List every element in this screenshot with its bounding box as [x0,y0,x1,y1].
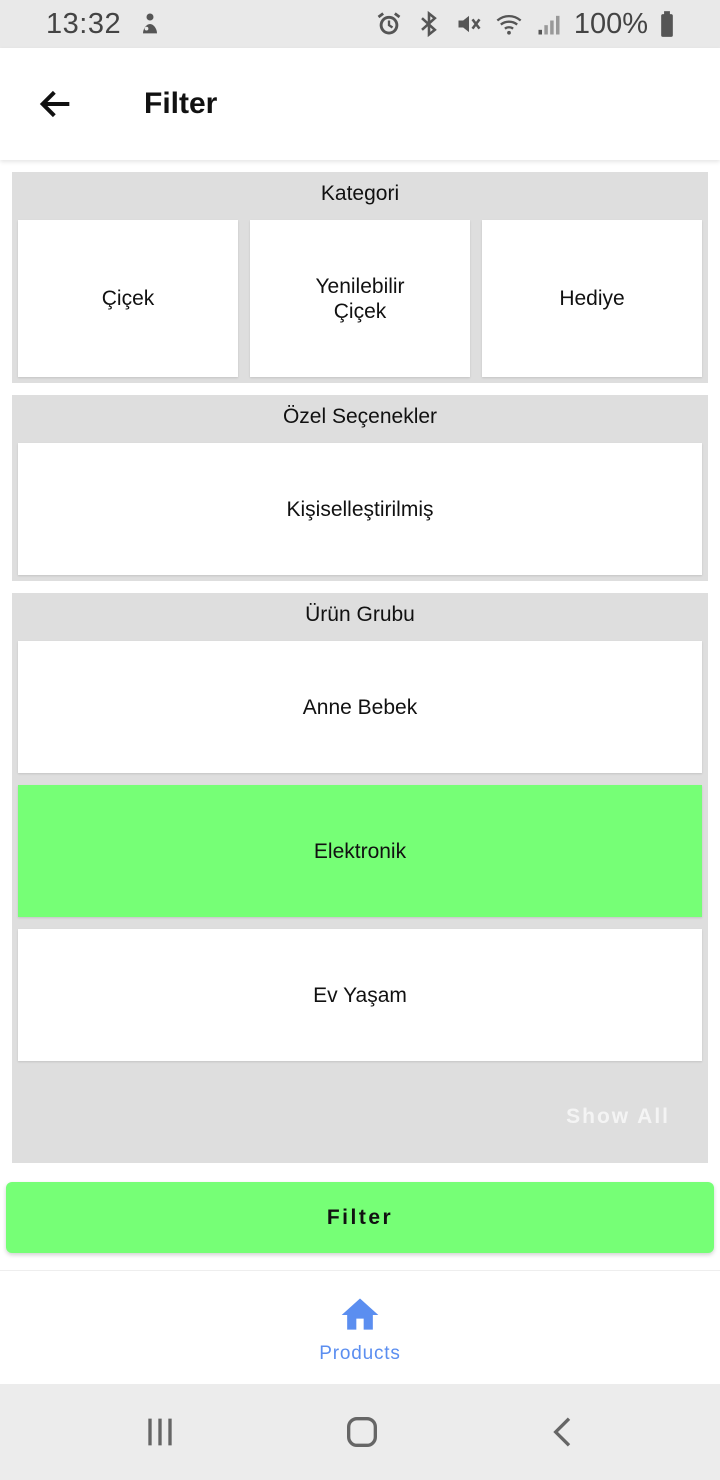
battery-percent: 100% [573,7,648,40]
screen: 13:32 100% Filter Kategori Çiçek Yenileb… [0,0,720,1480]
urun-grubu-section: Ürün Grubu Anne Bebek Elektronik Ev Yaşa… [12,593,708,1163]
notification-icon [135,9,165,39]
recent-apps-button[interactable] [130,1408,190,1456]
recent-apps-icon [148,1418,172,1446]
bottom-nav: Products [0,1270,720,1384]
option-cicek[interactable]: Çiçek [18,220,238,377]
option-label: Çiçek [101,287,155,310]
ozel-secenekler-section: Özel Seçenekler Kişiselleştirilmiş [12,395,708,581]
option-hediye[interactable]: Hediye [482,220,702,377]
status-bar: 13:32 100% [0,0,720,48]
app-bar: Filter [0,48,720,160]
alarm-icon [374,9,404,39]
arrow-back-icon [39,90,70,118]
vibrate-mute-icon [454,9,484,39]
filter-button[interactable]: Filter [6,1182,714,1253]
option-label: Kişiselleştirilmiş [286,497,434,521]
nav-label: Products [319,1343,401,1364]
urun-grubu-title: Ürün Grubu [305,603,415,626]
bluetooth-icon [414,9,444,39]
battery-icon [658,9,676,39]
signal-icon [534,9,564,39]
option-label: Elektronik [313,839,407,863]
option-anne-bebek[interactable]: Anne Bebek [18,641,702,773]
show-all-button[interactable]: Show All [566,1105,670,1129]
option-yenilebilir-cicek[interactable]: Yenilebilir Çiçek [250,220,470,377]
home-nav-button[interactable] [332,1408,392,1456]
ozel-secenekler-title: Özel Seçenekler [282,405,438,428]
system-nav-bar [0,1384,720,1480]
home-button-icon [347,1417,377,1447]
nav-item-products[interactable]: Products [319,1271,400,1384]
option-label: Hediye [559,287,625,310]
back-button[interactable] [24,72,88,136]
back-nav-icon [553,1417,571,1447]
option-ev-yasam[interactable]: Ev Yaşam [18,929,702,1061]
wifi-icon [494,9,524,39]
back-nav-button[interactable] [534,1408,594,1456]
option-kisisellestirilmis[interactable]: Kişiselleştirilmiş [18,443,702,575]
page-title: Filter [144,87,218,120]
kategori-section: Kategori Çiçek Yenilebilir Çiçek Hediye [12,172,708,383]
option-label: Yenilebilir Çiçek [315,274,405,323]
kategori-title: Kategori [320,182,400,205]
option-elektronik[interactable]: Elektronik [18,785,702,917]
option-label: Anne Bebek [302,695,418,719]
home-icon [341,1298,379,1330]
status-time: 13:32 [46,7,122,40]
option-label: Ev Yaşam [313,983,407,1007]
